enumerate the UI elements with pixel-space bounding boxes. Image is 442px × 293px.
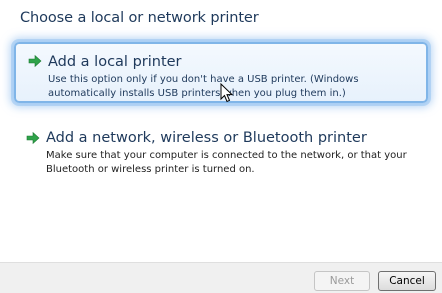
option-title: Add a local printer xyxy=(48,54,182,70)
green-arrow-icon xyxy=(28,54,42,68)
dialog-footer: Next Cancel xyxy=(0,262,442,293)
add-network-printer-option[interactable]: Add a network, wireless or Bluetooth pri… xyxy=(14,128,428,180)
option-description: Use this option only if you don't have a… xyxy=(48,74,359,99)
cancel-button[interactable]: Cancel xyxy=(378,271,436,291)
next-button[interactable]: Next xyxy=(314,271,370,291)
page-heading: Choose a local or network printer xyxy=(20,10,259,26)
mouse-pointer-icon xyxy=(220,83,234,103)
option-title: Add a network, wireless or Bluetooth pri… xyxy=(46,130,367,146)
green-arrow-icon xyxy=(26,131,40,145)
option-description: Make sure that your computer is connecte… xyxy=(46,150,407,175)
